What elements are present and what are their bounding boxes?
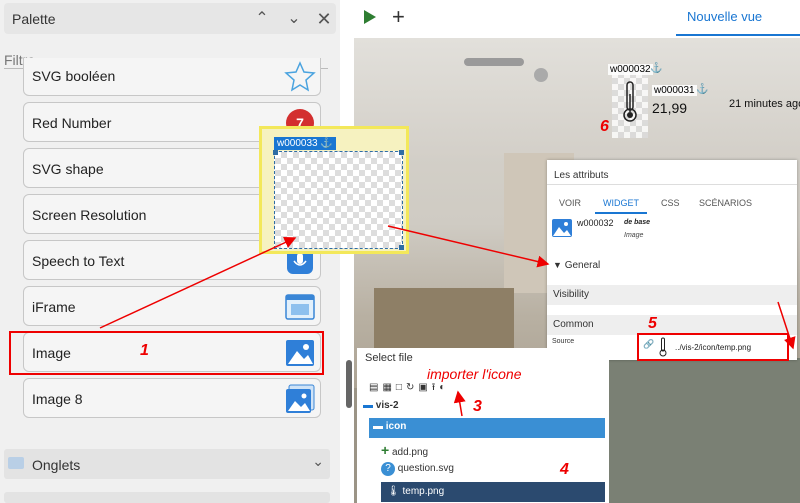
- tab-widget[interactable]: WIDGET: [603, 198, 639, 208]
- attributes-panel: Les attributs VOIR WIDGET CSS SCÉNARIOS …: [547, 160, 797, 360]
- widget-id-text: w000033: [277, 138, 318, 149]
- palette-title: Palette: [12, 11, 56, 27]
- annotation-6: 6: [600, 118, 609, 135]
- link-icon: 🔗: [643, 339, 655, 349]
- attributes-title: Les attributs: [554, 170, 609, 181]
- view-toolbar: + Nouvelle vue: [354, 0, 800, 38]
- palette-item-image-8[interactable]: Image 8: [23, 378, 321, 418]
- temperature-value: 21,99: [652, 100, 688, 116]
- divider: [547, 184, 797, 185]
- add-view-icon[interactable]: +: [392, 4, 405, 30]
- question-icon: ?: [381, 462, 395, 476]
- folder-icon[interactable]: ▤: [369, 382, 382, 393]
- resize-handle[interactable]: [399, 245, 404, 250]
- palette-item-svg-boolean[interactable]: SVG booléen: [23, 58, 321, 96]
- source-label: Source: [552, 338, 575, 345]
- tree-item-temp[interactable]: 🌡 temp.png: [381, 482, 605, 502]
- image-icon: [552, 219, 572, 237]
- widget-set-text: de base: [624, 219, 651, 226]
- lamp-spot: [534, 68, 548, 82]
- annotation-highlight-image: [9, 331, 324, 375]
- widget-id-tag: w000031: [652, 85, 697, 96]
- star-icon: [284, 61, 316, 92]
- sofa: [604, 358, 800, 503]
- folder-open-icon[interactable]: □: [396, 382, 406, 393]
- tree-item-icon[interactable]: ▬ icon: [369, 418, 605, 438]
- import-annotation: importer l'icone: [427, 366, 522, 382]
- folder-icon: ▬: [363, 400, 373, 411]
- filter-icon: ▼: [553, 260, 562, 270]
- palette-item-label: Image 8: [32, 391, 83, 407]
- new-image-widget[interactable]: [273, 150, 404, 250]
- annotation-3: 3: [473, 398, 482, 415]
- iframe-icon: [285, 294, 315, 320]
- tabs-icon: [8, 457, 24, 469]
- plus-icon: +: [381, 442, 390, 458]
- tab-nouvelle-vue[interactable]: Nouvelle vue: [687, 9, 762, 24]
- active-tab-indicator: [595, 212, 647, 214]
- palette-item-iframe[interactable]: iFrame: [23, 286, 321, 326]
- collapse-all-icon[interactable]: ⌄: [282, 7, 306, 31]
- drag-preview-frame: w000033 ⚓: [259, 126, 409, 254]
- section-label: Common: [553, 319, 594, 330]
- section-visibility[interactable]: Visibility: [547, 285, 797, 305]
- new-folder-icon[interactable]: ▣: [418, 382, 431, 393]
- tree-item-label: icon: [385, 421, 407, 432]
- tab-css[interactable]: CSS: [661, 198, 680, 208]
- source-value[interactable]: ../vis-2/icon/temp.png: [675, 343, 751, 352]
- refresh-icon[interactable]: ↻: [406, 382, 418, 393]
- tree-item-vis-2[interactable]: ▬ vis-2: [363, 400, 607, 420]
- widget-type-text: Image: [624, 232, 644, 239]
- tree-item-add[interactable]: + add.png: [381, 442, 601, 462]
- annotation-4: 4: [560, 461, 569, 478]
- palette-scrollbar[interactable]: [346, 360, 352, 408]
- palette-item-label: SVG booléen: [32, 68, 116, 84]
- ceiling-lamp: [464, 58, 524, 66]
- section-label: General: [564, 260, 601, 271]
- palette-header: Palette ⌃ ⌄ ✕: [4, 3, 336, 34]
- widget-id-tag: w000033 ⚓: [274, 137, 336, 150]
- anchor-icon: ⚓: [650, 63, 663, 74]
- thermometer-icon: 🌡: [387, 486, 400, 497]
- section-label: Visibility: [553, 289, 589, 300]
- resize-handle[interactable]: [399, 150, 404, 155]
- grid-icon[interactable]: ▦: [382, 382, 395, 393]
- palette-item-label: Red Number: [32, 115, 112, 131]
- section-common[interactable]: Common: [547, 315, 797, 335]
- palette-item-label: SVG shape: [32, 161, 104, 177]
- tree-item-label: question.svg: [397, 463, 454, 474]
- file-toolbar: ▤▦□↻▣⭱◐: [369, 380, 449, 397]
- close-icon[interactable]: ✕: [312, 7, 336, 31]
- folder-icon: ▬: [373, 421, 383, 432]
- select-file-title: Select file: [365, 352, 413, 364]
- chevron-down-icon: ⌄: [312, 453, 324, 469]
- palette-item-label: iFrame: [32, 299, 76, 315]
- image8-icon: [286, 384, 315, 413]
- section-label: Onglets: [32, 457, 81, 473]
- expand-all-icon[interactable]: ⌃: [250, 7, 274, 31]
- tree-item-label: vis-2: [375, 400, 399, 411]
- palette-item-label: Screen Resolution: [32, 207, 147, 223]
- widget-id-tag: w000032: [608, 64, 653, 75]
- section-next[interactable]: [4, 492, 330, 503]
- tab-scenarios[interactable]: SCÉNARIOS: [699, 198, 752, 208]
- play-icon[interactable]: [364, 10, 376, 24]
- tree-item-label: add.png: [391, 447, 429, 458]
- section-onglets[interactable]: Onglets ⌄: [4, 449, 330, 479]
- widget-id-text: w000032: [577, 218, 614, 228]
- section-general[interactable]: ▼ General: [547, 256, 797, 276]
- annotation-5: 5: [648, 315, 657, 332]
- thermometer-icon: [623, 81, 637, 122]
- settings-icon[interactable]: ◐: [439, 382, 449, 393]
- active-tab-indicator: [676, 34, 800, 36]
- palette-item-label: Speech to Text: [32, 253, 125, 269]
- thermometer-icon: [659, 337, 667, 357]
- source-field-highlight: 🔗 ../vis-2/icon/temp.png: [637, 333, 789, 361]
- resize-handle[interactable]: [273, 150, 278, 155]
- time-ago-text: 21 minutes ago: [729, 98, 800, 110]
- annotation-1: 1: [140, 342, 149, 359]
- tab-voir[interactable]: VOIR: [559, 198, 581, 208]
- tree-item-label: temp.png: [402, 486, 445, 497]
- anchor-icon: ⚓: [696, 84, 709, 95]
